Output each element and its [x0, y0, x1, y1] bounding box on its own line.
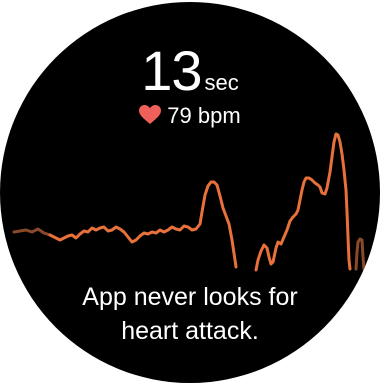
waveform-main [48, 180, 238, 269]
heart-rate-value: 79 bpm [167, 103, 241, 128]
message-line-2: heart attack. [121, 317, 259, 345]
timer: 13 sec [0, 38, 380, 103]
heart-rate-readout: 79 bpm [0, 103, 380, 129]
watch-face: 13 sec 79 bpm App never looks for heart a… [0, 2, 380, 383]
timer-unit: sec [204, 70, 239, 95]
waveform-faded-end [354, 237, 366, 271]
heart-icon [139, 105, 162, 124]
message-line-1: App never looks for [82, 283, 298, 311]
status-message: App never looks for heart attack. [0, 280, 380, 348]
waveform-segment-2 [254, 132, 352, 272]
timer-value: 13 [141, 39, 202, 102]
waveform-faded-start [12, 227, 52, 237]
